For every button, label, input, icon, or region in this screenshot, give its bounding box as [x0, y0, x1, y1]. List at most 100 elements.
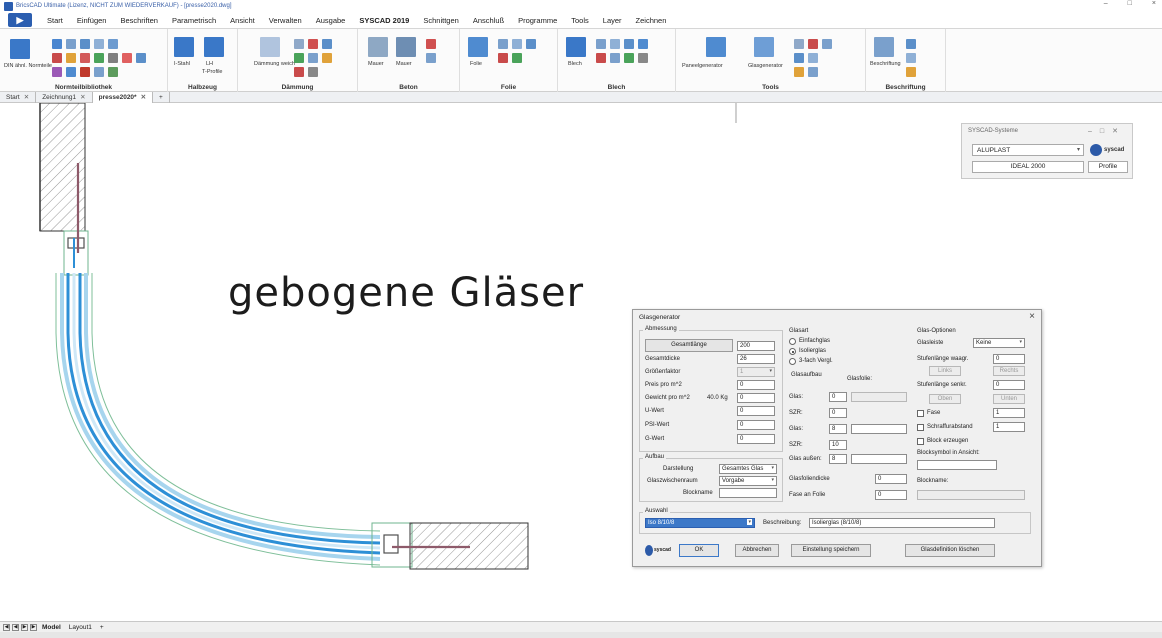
oben-button[interactable]: Oben — [929, 394, 961, 404]
gesamtdicke-input[interactable]: 26 — [737, 354, 775, 364]
foil-icon[interactable] — [468, 37, 488, 57]
preis-input[interactable]: 0 — [737, 380, 775, 390]
system-select[interactable]: ALUPLAST ▾ — [972, 144, 1084, 156]
schraffur-input[interactable]: 1 — [993, 422, 1025, 432]
glasfolie1-input[interactable] — [851, 392, 907, 402]
bend-h-icon[interactable] — [638, 53, 648, 63]
add-layout-button[interactable]: + — [97, 624, 107, 631]
insul-green-icon[interactable] — [294, 53, 304, 63]
bracket-icon[interactable] — [108, 53, 118, 63]
close-icon[interactable]: ✕ — [141, 93, 146, 101]
label-c-icon[interactable] — [906, 67, 916, 77]
nut-icon[interactable] — [66, 39, 76, 49]
tab-programme[interactable]: Programme — [511, 16, 564, 25]
bolt-icon[interactable] — [52, 39, 62, 49]
bend-g-icon[interactable] — [624, 53, 634, 63]
profile-button[interactable]: Profile — [1088, 161, 1128, 173]
gesamtlaenge-button[interactable]: Gesamtlänge — [645, 339, 733, 352]
clip-icon[interactable] — [80, 53, 90, 63]
tool-b-icon[interactable] — [808, 39, 818, 49]
einstellung-speichern-button[interactable]: Einstellung speichern — [791, 544, 871, 557]
ring-icon[interactable] — [122, 53, 132, 63]
maximize-button[interactable]: □ — [1128, 0, 1132, 7]
label-text-icon[interactable] — [874, 37, 894, 57]
uwert-input[interactable]: 0 — [737, 406, 775, 416]
tab-beschriften[interactable]: Beschriften — [113, 16, 165, 25]
new-tab-button[interactable]: + — [153, 91, 170, 103]
panel-generator-icon[interactable] — [706, 37, 726, 57]
glasdefinition-loeschen-button[interactable]: Glasdefinition löschen — [905, 544, 995, 557]
glasfoliendicke-input[interactable]: 0 — [875, 474, 907, 484]
anchor-icon[interactable] — [66, 67, 76, 77]
label-b-icon[interactable] — [906, 53, 916, 63]
tab-anschluss[interactable]: Anschluß — [466, 16, 511, 25]
label-a-icon[interactable] — [906, 39, 916, 49]
insulation-icon[interactable] — [260, 37, 280, 57]
insul-orange-icon[interactable] — [322, 53, 332, 63]
hinge-icon[interactable] — [52, 67, 62, 77]
palette-controls[interactable]: –□✕ — [1088, 127, 1126, 135]
prev-layout-icon[interactable]: ◀ — [12, 623, 19, 631]
i-beam-icon[interactable] — [174, 37, 194, 57]
gwert-input[interactable]: 0 — [737, 434, 775, 444]
tab-layer[interactable]: Layer — [596, 16, 629, 25]
dowel-icon[interactable] — [94, 53, 104, 63]
bend-f-icon[interactable] — [610, 53, 620, 63]
spring-icon[interactable] — [66, 53, 76, 63]
washer-icon[interactable] — [80, 39, 90, 49]
close-icon[interactable]: ✕ — [80, 93, 85, 101]
fase-checkbox[interactable] — [917, 410, 924, 417]
bend-e-icon[interactable] — [596, 53, 606, 63]
tool-d-icon[interactable] — [794, 53, 804, 63]
close-window-button[interactable]: × — [1152, 0, 1156, 7]
radio-isolierglas[interactable] — [789, 348, 796, 355]
glas1-input[interactable]: 0 — [829, 392, 847, 402]
tab-schnittgen[interactable]: Schnittgen — [416, 16, 465, 25]
fase-input[interactable]: 1 — [993, 408, 1025, 418]
foil-e-icon[interactable] — [512, 53, 522, 63]
opt-blockname-input[interactable] — [917, 490, 1025, 500]
tab-layout1[interactable]: Layout1 — [66, 624, 95, 631]
last-layout-icon[interactable]: ▶ — [30, 623, 37, 631]
seal-icon[interactable] — [80, 67, 90, 77]
gesamtlaenge-input[interactable]: 200 — [737, 341, 775, 351]
tab-start[interactable]: Start — [40, 16, 70, 25]
auswahl-select[interactable]: Iso 8/10/8 ▾ — [645, 518, 755, 528]
normteile-icon[interactable] — [10, 39, 30, 59]
screw-icon[interactable] — [94, 39, 104, 49]
faseanfolie-input[interactable]: 0 — [875, 490, 907, 500]
unten-button[interactable]: Unten — [993, 394, 1025, 404]
tab-syscad[interactable]: SYSCAD 2019 — [352, 16, 416, 25]
application-menu-button[interactable]: ▶ — [8, 13, 32, 27]
glas2-input[interactable]: 8 — [829, 424, 847, 434]
pin-icon[interactable] — [108, 39, 118, 49]
psiwert-input[interactable]: 0 — [737, 420, 775, 430]
glasfolie3-input[interactable] — [851, 454, 907, 464]
stufenlaenge-waag-input[interactable]: 0 — [993, 354, 1025, 364]
foil-d-icon[interactable] — [498, 53, 508, 63]
tool-c-icon[interactable] — [822, 39, 832, 49]
t-profile-icon[interactable] — [204, 37, 224, 57]
doc-tab-start[interactable]: Start ✕ — [0, 91, 37, 103]
tab-parametrisch[interactable]: Parametrisch — [165, 16, 223, 25]
series-button[interactable]: IDEAL 2000 — [972, 161, 1084, 173]
tab-ausgabe[interactable]: Ausgabe — [309, 16, 353, 25]
insul-grey-icon[interactable] — [308, 67, 318, 77]
drawing-canvas[interactable]: gebogene Gläser SYSCAD-Systeme –□✕ ALUPL… — [0, 103, 1162, 621]
insul-blue-icon[interactable] — [308, 53, 318, 63]
concrete-icon[interactable] — [426, 39, 436, 49]
foil-c-icon[interactable] — [526, 39, 536, 49]
glasleiste-select[interactable]: Keine ▾ — [973, 338, 1025, 348]
tab-einfuegen[interactable]: Einfügen — [70, 16, 114, 25]
first-layout-icon[interactable]: ◀ — [3, 623, 10, 631]
szr2-input[interactable]: 10 — [829, 440, 847, 450]
tab-zeichnen[interactable]: Zeichnen — [629, 16, 674, 25]
hatch-red-icon[interactable] — [308, 39, 318, 49]
foil-b-icon[interactable] — [512, 39, 522, 49]
tool-a-icon[interactable] — [794, 39, 804, 49]
tab-model[interactable]: Model — [39, 624, 64, 631]
doc-tab-zeichnung1[interactable]: Zeichnung1 ✕ — [36, 91, 93, 103]
glass-generator-icon[interactable] — [754, 37, 774, 57]
radio-3fach[interactable] — [789, 358, 796, 365]
plate-icon[interactable] — [108, 67, 118, 77]
